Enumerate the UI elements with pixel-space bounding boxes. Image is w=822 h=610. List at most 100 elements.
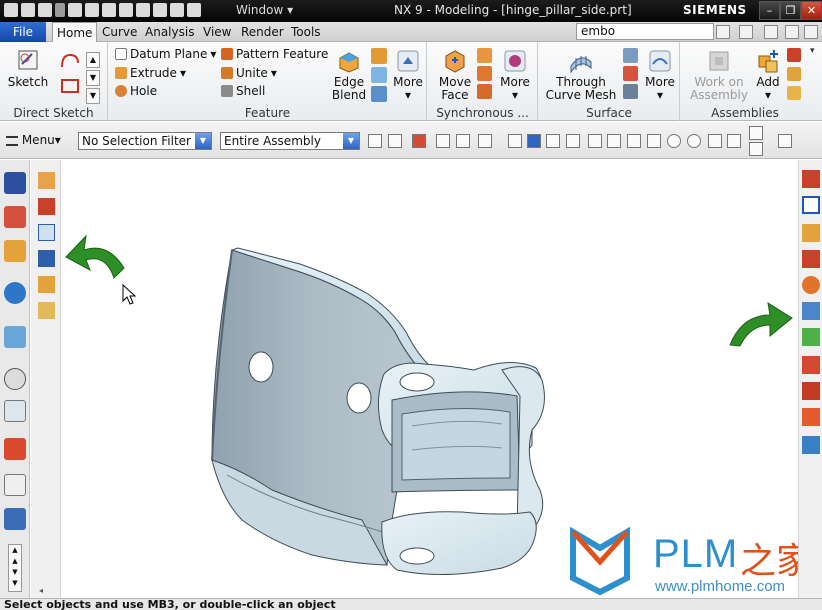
system-materials-icon[interactable] <box>4 474 26 496</box>
redo-icon[interactable] <box>85 3 99 17</box>
select-body-icon[interactable] <box>436 134 450 148</box>
tab-tools[interactable]: Tools <box>287 22 325 42</box>
pattern-feature-button[interactable]: Pattern Feature <box>221 47 328 61</box>
save-icon[interactable] <box>38 3 52 17</box>
snap-point-grid-icon[interactable] <box>546 134 560 148</box>
draft-analysis-icon[interactable] <box>802 408 820 426</box>
measure-distance-icon[interactable] <box>802 170 820 188</box>
chamfer-icon[interactable] <box>371 48 387 64</box>
undo-icon[interactable] <box>68 3 82 17</box>
sketch-button[interactable]: Sketch <box>6 48 50 89</box>
help-icon[interactable] <box>716 25 730 39</box>
snap-arc-center-icon[interactable] <box>647 134 661 148</box>
studio-surface-icon[interactable] <box>623 48 638 63</box>
tab-render[interactable]: Render <box>237 22 288 42</box>
selection-intent-icon[interactable] <box>412 134 426 148</box>
deviation-gauge-icon[interactable] <box>802 356 820 374</box>
roles-palette-icon[interactable] <box>4 438 26 460</box>
csys-icon[interactable] <box>38 250 55 267</box>
help-context-icon[interactable] <box>739 25 753 39</box>
command-finder-input[interactable]: embo <box>576 23 714 40</box>
feature-more-button[interactable]: More ▾ <box>390 48 426 102</box>
assembly-navigator-icon[interactable] <box>4 172 26 194</box>
snap-quadrant-icon[interactable] <box>687 134 701 148</box>
measure-body-icon[interactable] <box>802 250 820 268</box>
open-file-icon[interactable] <box>21 3 35 17</box>
bounded-plane-icon[interactable] <box>623 84 638 99</box>
shell-button[interactable]: Shell <box>221 84 265 98</box>
move-component-icon[interactable] <box>787 67 801 81</box>
snap-grid-icon[interactable] <box>749 142 763 156</box>
face-curvature-icon[interactable] <box>802 302 820 320</box>
curve-analysis-icon[interactable] <box>802 276 820 294</box>
edge-blend-button[interactable]: Edge Blend <box>327 48 371 102</box>
selection-scope-select[interactable]: Entire Assembly ▼ <box>220 132 360 150</box>
history-icon[interactable] <box>4 368 26 390</box>
copy-icon[interactable] <box>119 3 133 17</box>
restore-button[interactable]: ❐ <box>780 1 801 20</box>
roles-icon[interactable] <box>4 508 26 530</box>
reuse-library-icon[interactable] <box>4 282 26 304</box>
ribbon-options-icon[interactable]: ▾ <box>810 46 815 56</box>
select-solid-icon[interactable] <box>508 134 522 148</box>
tools-wrench-icon[interactable] <box>38 276 55 293</box>
delete-face-icon[interactable] <box>477 84 492 99</box>
extrude-tool-icon[interactable] <box>38 172 55 189</box>
measure-angle-icon[interactable] <box>802 196 820 214</box>
rectangle-select-icon[interactable] <box>478 134 492 148</box>
ribbon-minimize-icon[interactable] <box>764 25 778 39</box>
sketch-more-dropdown[interactable]: ▲ <box>86 52 100 68</box>
reflection-analysis-icon[interactable] <box>802 328 820 346</box>
through-curve-mesh-button[interactable]: Through Curve Mesh <box>543 48 619 102</box>
snap-on-curve-icon[interactable] <box>627 134 641 148</box>
process-studio-icon[interactable] <box>4 400 26 422</box>
paste-icon[interactable] <box>136 3 150 17</box>
select-sheet-icon[interactable] <box>527 134 541 148</box>
web-browser-icon[interactable] <box>4 326 26 348</box>
section-analysis-icon[interactable] <box>802 382 820 400</box>
extrude-button[interactable]: Extrude ▾ <box>115 66 186 80</box>
cut-icon[interactable] <box>102 3 116 17</box>
snap-midpoint-icon[interactable] <box>607 134 621 148</box>
trim-body-icon[interactable] <box>371 67 387 83</box>
selection-bar-options-icon[interactable] <box>778 134 792 148</box>
window-menu[interactable]: Window ▾ <box>236 3 293 17</box>
tab-curve[interactable]: Curve <box>98 22 141 42</box>
tab-view[interactable]: View <box>199 22 235 42</box>
repeat-command-icon[interactable] <box>153 3 167 17</box>
window-switch-icon[interactable] <box>187 3 201 17</box>
sketch-expand-dropdown[interactable]: ▼ <box>86 88 100 104</box>
toolbar-expand-icon[interactable]: ◂ <box>39 586 43 595</box>
snap-point-on-surface-icon[interactable] <box>727 134 741 148</box>
assembly-constraints-icon[interactable] <box>787 86 801 100</box>
synchronous-more-button[interactable]: More ▾ <box>496 48 534 102</box>
ruled-surface-icon[interactable] <box>623 66 638 81</box>
tab-home[interactable]: Home <box>52 22 98 43</box>
select-face-icon[interactable] <box>388 134 402 148</box>
tab-analysis[interactable]: Analysis <box>141 22 198 42</box>
snap-control-point-icon[interactable] <box>749 126 763 140</box>
datum-icon[interactable] <box>38 224 55 241</box>
query-tool-icon[interactable] <box>38 302 55 319</box>
snap-intersection-icon[interactable] <box>566 134 580 148</box>
offset-region-icon[interactable] <box>477 66 492 81</box>
pull-face-icon[interactable] <box>477 48 492 63</box>
touch-mode-icon[interactable] <box>170 3 184 17</box>
selection-filter-select[interactable]: No Selection Filter ▼ <box>78 132 212 150</box>
datum-plane-button[interactable]: Datum Plane ▾ <box>115 47 216 61</box>
select-object-icon[interactable] <box>38 198 55 215</box>
file-tab[interactable]: File <box>0 22 46 42</box>
minimize-button[interactable]: – <box>759 1 780 20</box>
select-feature-icon[interactable] <box>368 134 382 148</box>
close-button[interactable]: ✕ <box>801 1 822 20</box>
draft-icon[interactable] <box>371 86 387 102</box>
sketch-gallery-dropdown[interactable]: ▼ <box>86 70 100 86</box>
mate-component-icon[interactable] <box>787 48 801 62</box>
part-navigator-icon[interactable] <box>4 240 26 262</box>
examine-geometry-icon[interactable] <box>802 436 820 454</box>
rectangle-icon[interactable] <box>59 76 81 96</box>
constraint-navigator-icon[interactable] <box>4 206 26 228</box>
snap-existing-point-icon[interactable] <box>708 134 722 148</box>
unite-button[interactable]: Unite ▾ <box>221 66 277 80</box>
hole-button[interactable]: Hole <box>115 84 157 98</box>
